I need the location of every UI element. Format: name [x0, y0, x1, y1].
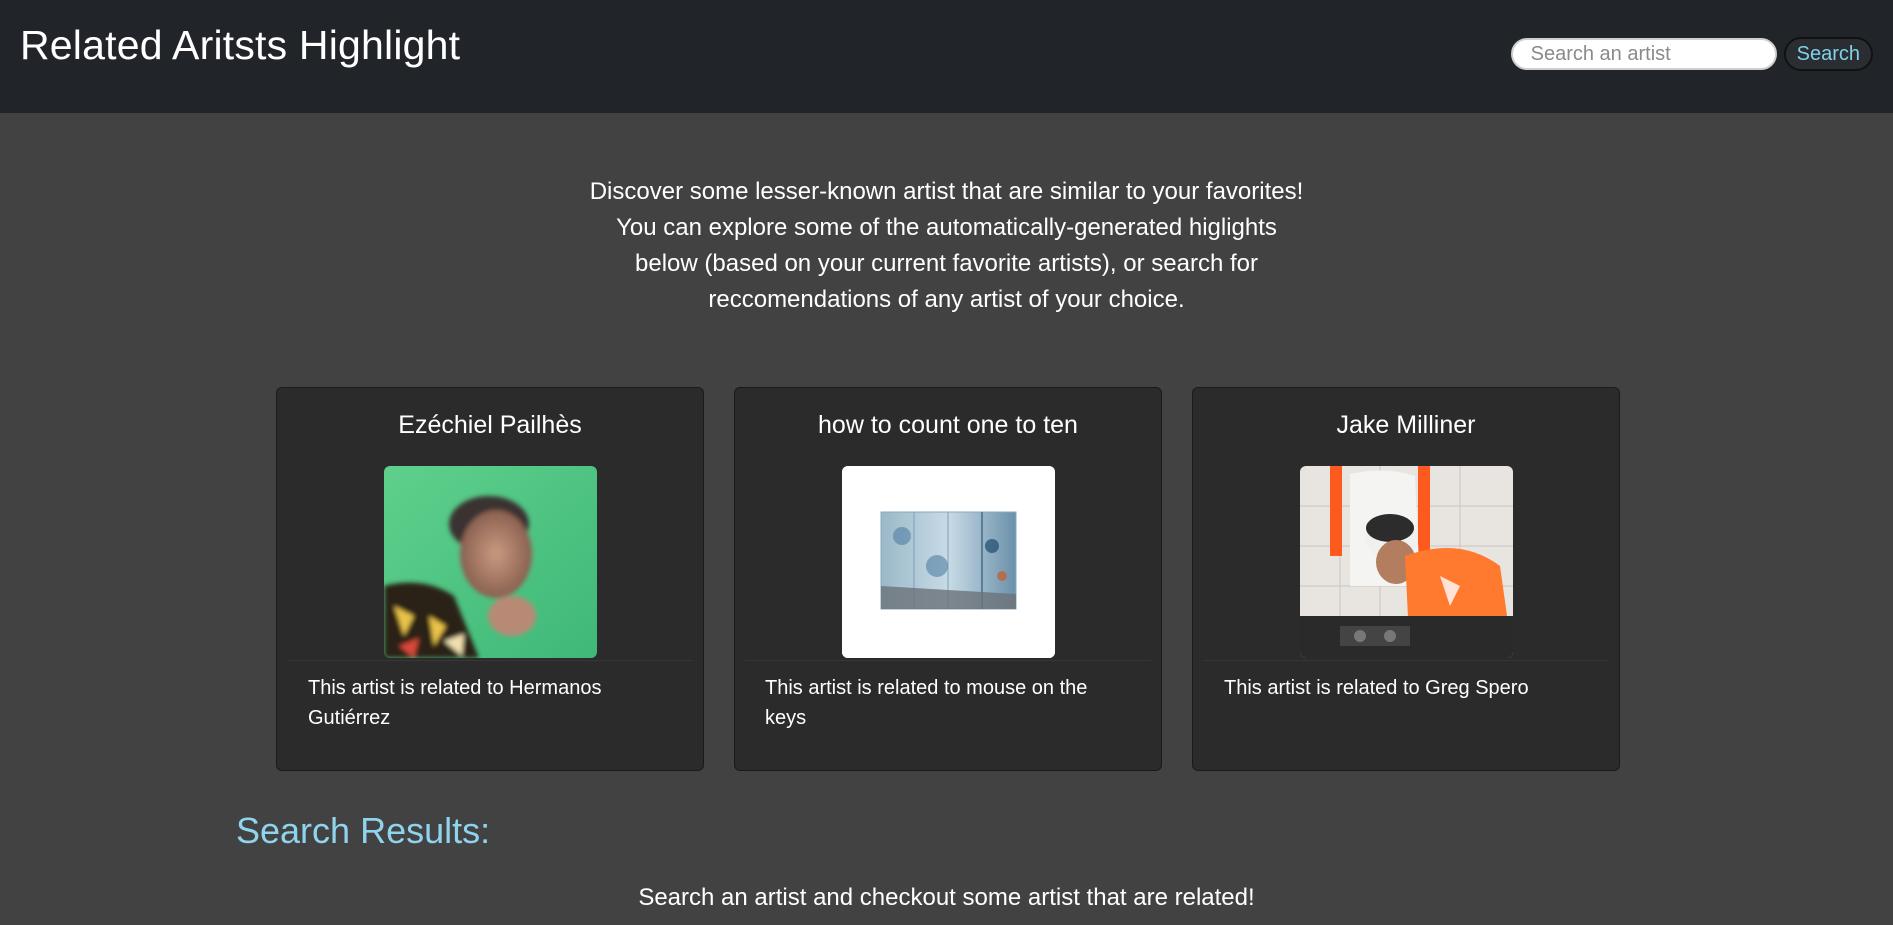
navbar: Related Aritsts Highlight Search	[0, 0, 1893, 113]
artist-name: Ezéchiel Pailhès	[398, 411, 582, 439]
intro-line: Discover some lesser-known artist that a…	[589, 178, 1304, 205]
card-divider	[1203, 660, 1609, 661]
card-divider	[287, 660, 693, 661]
search-results-title: Search Results:	[236, 810, 491, 851]
artist-name: how to count one to ten	[818, 411, 1078, 439]
artist-image	[841, 466, 1055, 658]
artist-card: Jake Milliner This artist is related to …	[1192, 387, 1620, 771]
artist-name: Jake Milliner	[1336, 411, 1476, 439]
album-art	[841, 466, 1055, 658]
intro-line: below (based on your current favorite ar…	[635, 250, 1258, 277]
page-title: Related Aritsts Highlight	[20, 22, 461, 68]
related-text: This artist is related to mouse on the k…	[765, 677, 1088, 729]
highlight-cards: Ezéchiel Pailhès This artist is related …	[276, 387, 1620, 771]
search-button[interactable]: Search	[1783, 37, 1873, 71]
related-text: This artist is related to Greg Spero	[1224, 677, 1529, 699]
intro-line: You can explore some of the automaticall…	[616, 214, 1277, 241]
artist-photo-portrait	[383, 466, 597, 658]
artist-photo-dj	[1299, 466, 1513, 658]
artist-card: Ezéchiel Pailhès This artist is related …	[276, 387, 704, 771]
intro-line: reccomendations of any artist of your ch…	[708, 286, 1185, 313]
artist-image	[383, 466, 597, 658]
artist-image	[1299, 466, 1513, 658]
search-form: Search	[1510, 37, 1873, 71]
search-input[interactable]	[1510, 38, 1777, 70]
card-divider	[745, 660, 1151, 661]
search-results-empty-message: Search an artist and checkout some artis…	[638, 884, 1255, 911]
intro-text: Discover some lesser-known artist that a…	[0, 174, 1893, 318]
artist-card: how to count one to ten This artist is r…	[734, 387, 1162, 771]
related-text: This artist is related to Hermanos Gutié…	[308, 677, 602, 729]
